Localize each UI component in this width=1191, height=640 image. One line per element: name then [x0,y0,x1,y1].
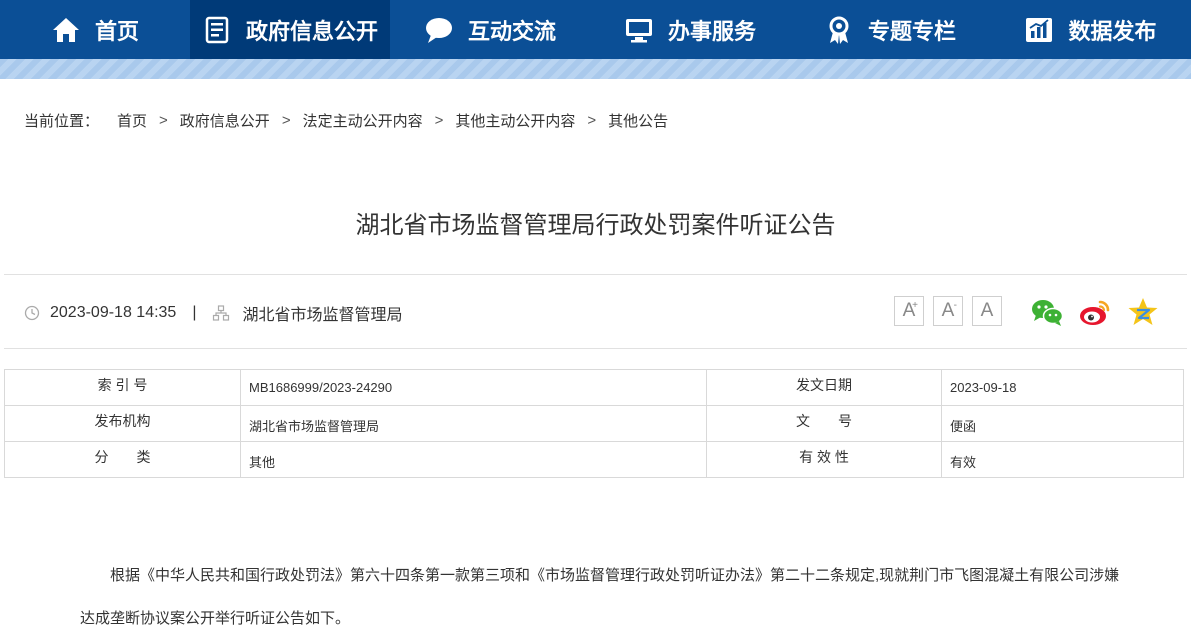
info-key: 发文日期 [706,369,942,406]
nav-item-label: 首页 [94,19,139,45]
info-key: 文 号 [706,405,942,442]
info-key: 有 效 性 [706,441,942,478]
breadcrumb-link-home[interactable]: 首页 [117,110,147,131]
breadcrumb-label: 当前位置： [24,112,100,130]
nav-item-label: 办事服务 [667,19,756,45]
breadcrumb-separator: > [159,111,168,129]
divider-line [4,348,1187,349]
document-list-icon [202,15,232,45]
qzone-icon [1128,298,1158,325]
main-nav: 首页 政府信息公开 互动交流 办事服务 专题专栏 数据发布 [0,0,1191,59]
clock-icon [24,305,40,321]
nav-item-services[interactable]: 办事服务 [590,0,790,59]
page-title: 湖北省市场监督管理局行政处罚案件听证公告 [355,212,836,239]
publish-datetime: 2023-09-18 14:35 [50,304,177,321]
nav-item-topics[interactable]: 专题专栏 [790,0,990,59]
nav-item-label: 专题专栏 [867,19,956,45]
breadcrumb: 当前位置： 首页 > 政府信息公开 > 法定主动公开内容 > 其他主动公开内容 … [24,108,668,132]
info-key: 发布机构 [4,405,241,442]
breadcrumb-separator: > [281,111,291,129]
info-key: 分 类 [4,441,241,478]
info-value: 有效 [941,441,1184,478]
decorative-band [0,59,1191,79]
weibo-share-button[interactable] [1078,296,1112,328]
nav-item-label: 政府信息公开 [245,19,378,45]
share-buttons [1030,296,1174,328]
nav-item-label: 互动交流 [467,19,556,45]
bar-chart-icon [1024,15,1054,45]
font-decrease-button[interactable]: A- [933,296,963,326]
breadcrumb-link-other-content[interactable]: 其他主动公开内容 [455,110,575,131]
wechat-share-button[interactable] [1030,296,1064,328]
home-icon [51,15,81,45]
font-decrease-label: A [941,300,955,321]
info-value: 湖北省市场监督管理局 [240,405,707,442]
breadcrumb-link-other-notice[interactable]: 其他公告 [608,110,668,131]
table-row: 发布机构 湖北省市场监督管理局 文 号 便函 [4,405,1184,442]
meta-divider: | [192,304,197,321]
info-value: 2023-09-18 [941,369,1184,406]
organization-icon [213,305,230,321]
source-organization: 湖北省市场监督管理局 [242,307,403,324]
qzone-share-button[interactable] [1126,296,1160,328]
award-icon [824,15,854,45]
weibo-icon [1080,300,1110,325]
info-value: 其他 [240,441,707,478]
document-info-table: 索 引 号 MB1686999/2023-24290 发文日期 2023-09-… [4,369,1184,478]
wechat-icon [1032,300,1064,326]
nav-item-data[interactable]: 数据发布 [990,0,1191,59]
monitor-icon [624,15,654,45]
chat-bubble-icon [424,15,454,45]
font-reset-label: A [980,300,994,321]
article-body-paragraph: 根据《中华人民共和国行政处罚法》第六十四条第一款第三项和《市场监督管理行政处罚听… [80,567,1120,627]
breadcrumb-link-gov-info[interactable]: 政府信息公开 [180,110,270,131]
nav-item-home[interactable]: 首页 [0,0,190,59]
nav-item-gov-info[interactable]: 政府信息公开 [190,0,390,59]
info-value: 便函 [941,405,1184,442]
font-increase-button[interactable]: A + [894,296,924,326]
divider-line [4,274,1187,275]
table-row: 分 类 其他 有 效 性 有效 [4,441,1184,478]
info-key: 索 引 号 [4,369,241,406]
font-decrease-mark: - [953,300,957,311]
nav-item-label: 数据发布 [1068,19,1157,45]
article-meta: 2023-09-18 14:35 | 湖北省市场监督管理局 [24,301,403,325]
breadcrumb-link-statutory[interactable]: 法定主动公开内容 [303,110,423,131]
font-increase-mark: + [912,300,918,311]
font-reset-button[interactable]: A [972,296,1002,326]
breadcrumb-separator: > [434,111,444,129]
info-value: MB1686999/2023-24290 [240,369,707,406]
breadcrumb-separator: > [587,111,597,129]
font-size-controls: A + A- A [894,296,1011,326]
nav-item-interaction[interactable]: 互动交流 [390,0,590,59]
table-row: 索 引 号 MB1686999/2023-24290 发文日期 2023-09-… [4,369,1184,406]
